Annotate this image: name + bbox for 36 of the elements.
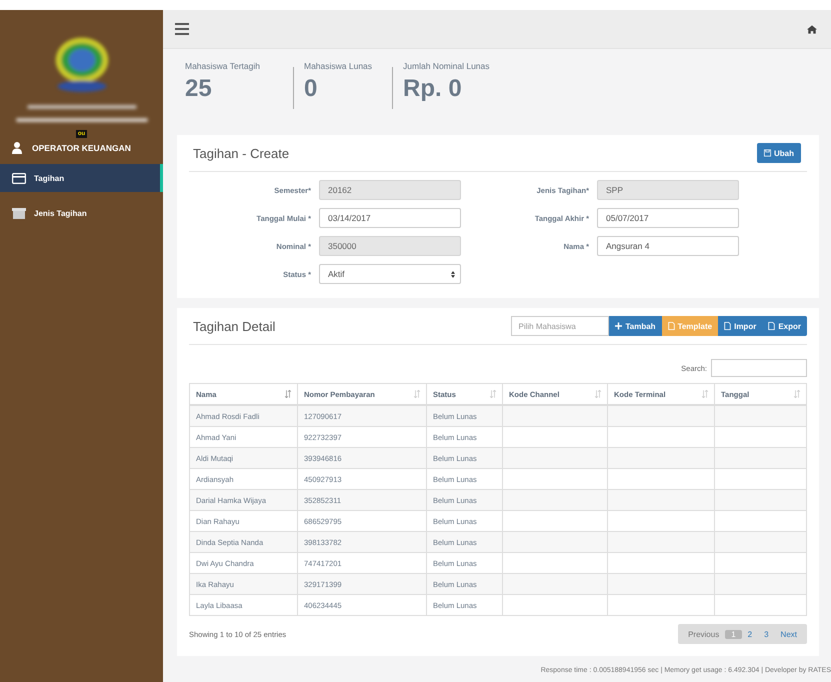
stat-label: Mahasiswa Lunas (304, 61, 372, 71)
next-link[interactable]: Next (774, 630, 803, 638)
stat-value: 0 (304, 75, 318, 103)
toolbar-button[interactable]: Expor (762, 316, 807, 336)
updown-icon (451, 270, 455, 278)
file-icon (668, 322, 675, 330)
file-icon (724, 322, 732, 330)
sidebar-item[interactable]: Tagihan (0, 164, 163, 192)
status-select[interactable]: Aktif (319, 264, 461, 284)
stat-value: Rp. 0 (403, 75, 463, 103)
save-button[interactable]: Ubah (757, 143, 801, 163)
user-name: OPERATOR KEUANGAN (32, 143, 131, 153)
search-field[interactable] (711, 359, 807, 377)
save-icon (764, 149, 771, 157)
sidebar-item[interactable]: Jenis Tagihan (0, 199, 163, 227)
card-icon (12, 172, 26, 184)
card-title: Tagihan - Create (192, 146, 290, 160)
user-icon (12, 142, 22, 154)
student-field[interactable]: Pilih Mahasiswa (511, 316, 610, 336)
menu-icon[interactable] (175, 23, 189, 35)
previous-link[interactable]: Previous (682, 630, 726, 638)
box-icon (12, 208, 26, 218)
input-field[interactable]: 03/14/2017 (319, 208, 461, 228)
stat-label: Mahasiswa Tertagih (185, 61, 261, 71)
stat-value: 25 (185, 75, 213, 103)
home-icon[interactable] (807, 24, 817, 34)
stat-label: Jumlah Nominal Lunas (403, 61, 490, 71)
toolbar-button[interactable]: Tambah (609, 316, 662, 336)
page-link[interactable]: 3 (758, 630, 775, 638)
input-field[interactable]: Angsuran 4 (597, 236, 739, 256)
file-icon (768, 322, 776, 330)
input-field[interactable]: 05/07/2017 (597, 208, 739, 228)
card-title: Tagihan Detail (192, 318, 276, 334)
page-link[interactable]: 2 (742, 630, 758, 638)
toolbar-button[interactable]: Impor (718, 316, 762, 336)
plus-icon (615, 322, 622, 330)
